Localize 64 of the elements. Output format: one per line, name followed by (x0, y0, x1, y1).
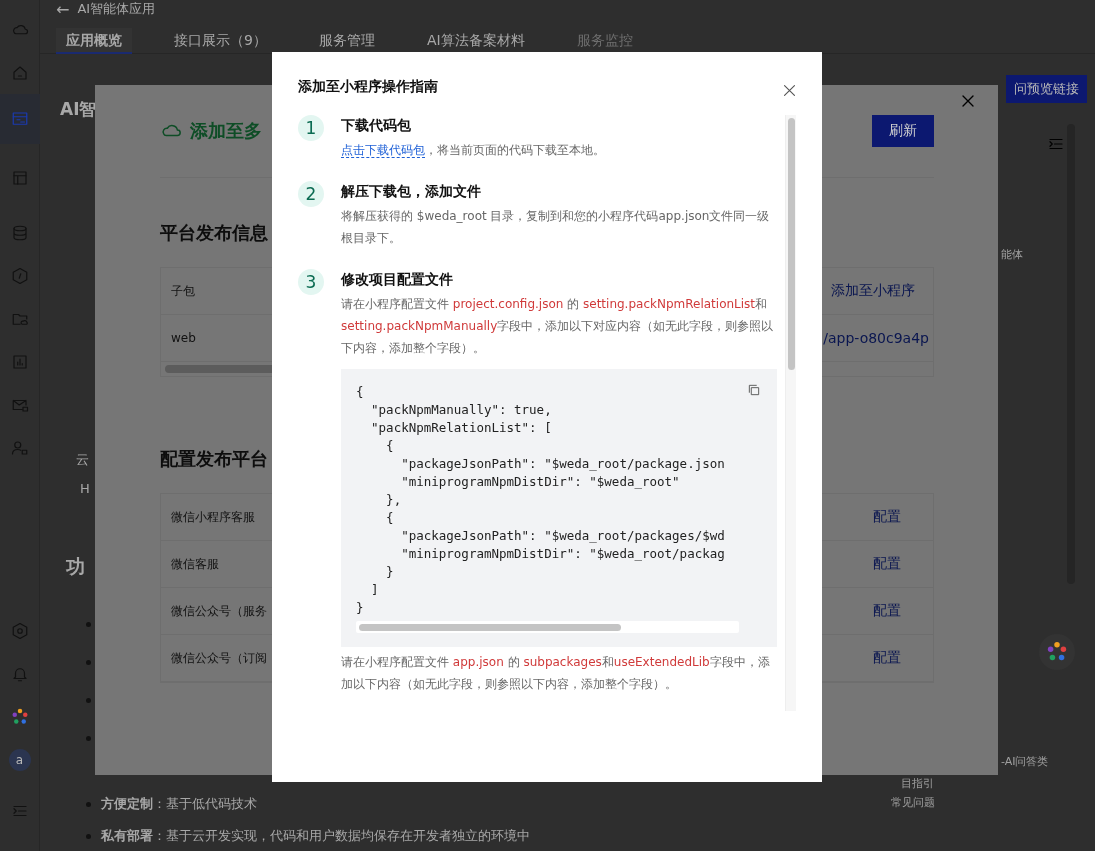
table-cell: 微信客服 (171, 555, 219, 573)
refresh-button[interactable]: 刷新 (872, 115, 934, 147)
avatar-button[interactable]: a (0, 738, 40, 781)
banner-title: 添加至多 (190, 119, 262, 143)
section-heading: 功 (66, 554, 85, 579)
intro-text: H (80, 481, 90, 496)
step-title: 修改项目配置文件 (341, 270, 454, 289)
assistant-button[interactable] (1039, 634, 1075, 670)
config-link[interactable]: 配置 (873, 649, 901, 667)
scrollbar-track[interactable] (356, 621, 739, 633)
tab[interactable]: 应用概览 (56, 28, 132, 54)
step-description: 请在小程序配置文件 app.json 的 subpackages和useExtendedLib字段中，添加以下内容（如无此字段，则参照以下内容，添加整个字段）。 (341, 654, 771, 693)
flower-icon (10, 707, 29, 726)
side-link[interactable]: 目指引 (901, 776, 934, 791)
scrollbar-track[interactable] (785, 115, 796, 711)
table-cell: web (171, 331, 196, 345)
app-icon[interactable] (0, 94, 40, 144)
step-description: 点击下载代码包，将当前页面的代码下载至本地。 (341, 142, 606, 160)
table-link[interactable]: 添加至小程序 (831, 282, 915, 300)
bullet-text: 方便定制：基于低代码技术 (101, 795, 257, 813)
config-link[interactable]: 配置 (873, 602, 901, 620)
scrollbar-thumb[interactable] (787, 118, 795, 370)
side-text: -AI问答类 (1001, 754, 1049, 769)
table-link[interactable]: /app-o80c9a4p (823, 330, 929, 346)
code-text: { "packNpmManually": true, "packNpmRelationList": [ { "packageJsonPath": "$weda_root/package.json "miniprogramNpmDistDir": "$weda_root" }, { "packageJsonPath": "$weda_root/packages/$wd "miniprogramNpmDistDir": "$weda_root/packag } ] } (356, 383, 726, 617)
table-cell: 微信小程序客服 (171, 508, 255, 526)
table-cell: 微信公众号（服务 (171, 602, 267, 620)
bullet-dot (86, 801, 91, 807)
table-cell: 微信公众号（订阅 (171, 649, 267, 667)
bullet-dot (86, 659, 91, 665)
back-arrow[interactable]: ← (56, 0, 70, 19)
bullet-dot (86, 833, 91, 839)
side-text: 能体 (1001, 247, 1023, 262)
step-description: 请在小程序配置文件 project.config.json 的 setting.packNpmRelationList和 setting.packNpmManually字段中，添加以下对应内容（如无此字段，则参照以下内容，添加整个字段）。 (341, 296, 775, 357)
preview-link-button[interactable]: 问预览链接 (1006, 75, 1087, 103)
avatar: a (8, 748, 31, 771)
flower-icon (1046, 641, 1068, 663)
step-number: 1 (298, 115, 324, 141)
copy-icon (747, 383, 761, 397)
bullet-dot (86, 621, 91, 627)
intro-text: 云 (76, 451, 89, 469)
tab[interactable]: 接口展示（9） (164, 28, 277, 54)
side-link[interactable]: 常见问题 (891, 795, 935, 810)
tab[interactable]: AI算法备案材料 (416, 28, 535, 54)
page-title: AI智能体应用 (77, 0, 156, 18)
step-title: 解压下载包，添加文件 (341, 182, 482, 201)
config-link[interactable]: 配置 (873, 555, 901, 573)
step-description: 将解压获得的 $weda_root 目录，复制到和您的小程序代码app.json文件同一级根目录下。 (341, 208, 771, 247)
section-heading: 平台发布信息 (160, 221, 268, 245)
step-number: 3 (298, 269, 324, 295)
table-cell: 子包 (171, 282, 195, 300)
bullet-text: 私有部署：基于云开发实现，代码和用户数据均保存在开发者独立的环境中 (101, 827, 530, 845)
download-link[interactable]: 点击下载代码包 (341, 143, 425, 158)
bullet-dot (86, 735, 91, 741)
step-number: 2 (298, 181, 324, 207)
bullet-dot (86, 697, 91, 703)
config-link[interactable]: 配置 (873, 508, 901, 526)
dialog-title: 添加至小程序操作指南 (298, 78, 438, 96)
section-heading: 配置发布平台 (160, 447, 268, 471)
tab[interactable]: 服务管理 (308, 28, 385, 54)
close-icon (781, 82, 798, 99)
step-title: 下载代码包 (341, 116, 412, 135)
page-heading: AI智 (60, 98, 97, 121)
scrollbar-thumb[interactable] (359, 623, 621, 631)
